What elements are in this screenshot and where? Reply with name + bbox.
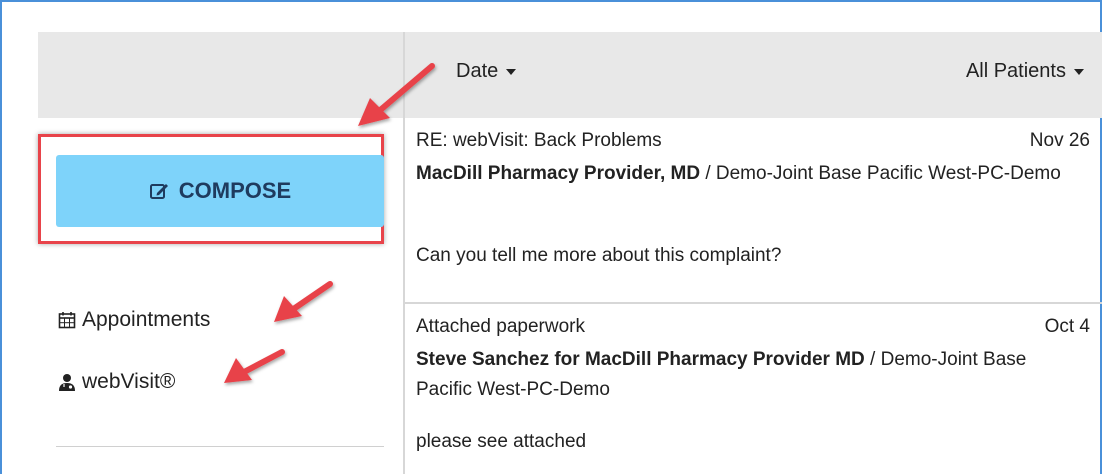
doctor-icon	[59, 374, 75, 391]
chevron-down-icon	[1074, 68, 1084, 75]
sender-clinic: / Demo-Joint Base Pacific West-PC-Demo	[700, 163, 1061, 184]
message-subject: RE: webVisit: Back Problems	[416, 130, 662, 151]
sidebar-item-label: webVisit®	[82, 370, 176, 393]
message-sender: MacDill Pharmacy Provider, MD / Demo-Joi…	[416, 159, 1066, 189]
arrow-to-webvisit	[224, 349, 285, 383]
patient-filter-dropdown[interactable]: All Patients	[966, 60, 1084, 83]
window-border-left	[0, 0, 2, 474]
message-subject: Attached paperwork	[416, 316, 585, 337]
message-preview: Can you tell me more about this complain…	[416, 245, 782, 266]
message-sender: Steve Sanchez for MacDill Pharmacy Provi…	[416, 345, 1066, 405]
sidebar-item-label: Appointments	[82, 308, 211, 331]
sidebar-divider	[56, 446, 384, 447]
arrow-to-appointments	[274, 281, 333, 322]
message-list-item[interactable]: RE: webVisit: Back Problems Nov 26 MacDi…	[405, 118, 1102, 304]
calendar-icon	[58, 312, 76, 329]
edit-icon	[149, 184, 168, 199]
message-date: Oct 4	[1044, 316, 1090, 337]
message-list-item[interactable]: Attached paperwork Oct 4 Steve Sanchez f…	[405, 304, 1102, 474]
message-date: Nov 26	[1029, 130, 1090, 151]
window-border-top	[0, 0, 1102, 2]
filter-label: All Patients	[965, 60, 1066, 82]
sidebar-item-webvisit[interactable]: webVisit®	[58, 370, 175, 394]
sidebar-item-appointments[interactable]: Appointments	[58, 308, 210, 332]
chevron-down-icon	[506, 68, 517, 75]
sender-name: MacDill Pharmacy Provider, MD	[416, 163, 701, 184]
sender-name: Steve Sanchez for MacDill Pharmacy Provi…	[416, 349, 865, 370]
message-preview: please see attached	[416, 431, 587, 452]
sidebar-header	[38, 32, 404, 118]
compose-button[interactable]: COMPOSE	[56, 155, 384, 227]
sort-dropdown[interactable]: Date	[456, 60, 517, 83]
compose-label: COMPOSE	[178, 178, 292, 203]
sort-label: Date	[456, 60, 499, 82]
